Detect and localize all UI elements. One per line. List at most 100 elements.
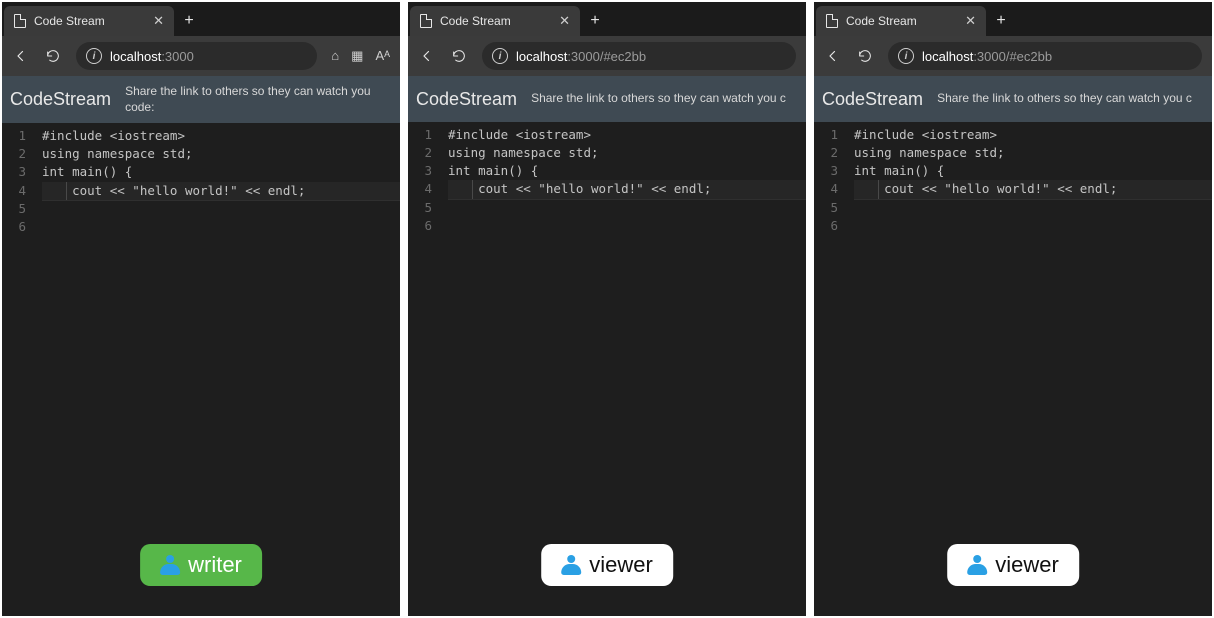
indent-guide bbox=[472, 180, 473, 198]
page-icon bbox=[826, 14, 838, 28]
close-icon[interactable]: ✕ bbox=[153, 13, 164, 29]
code-column[interactable]: #include <iostream> using namespace std; i… bbox=[34, 123, 400, 616]
code-line[interactable]: int main() { bbox=[448, 162, 806, 180]
tab-title: Code Stream bbox=[846, 14, 917, 28]
code-line[interactable]: using namespace std; bbox=[42, 145, 400, 163]
code-editor[interactable]: 123456#include <iostream>using namespace… bbox=[408, 122, 806, 616]
code-line[interactable]: using namespace std; bbox=[854, 144, 1212, 162]
role-label: writer bbox=[188, 552, 242, 578]
site-info-icon[interactable]: i bbox=[86, 48, 102, 64]
code-line[interactable]: int main() { bbox=[854, 162, 1212, 180]
app-tagline: Share the link to others so they can wat… bbox=[531, 91, 786, 107]
line-gutter: 123456 bbox=[408, 122, 440, 616]
refresh-button[interactable] bbox=[856, 47, 874, 65]
code-column[interactable]: #include <iostream> using namespace std; i… bbox=[846, 122, 1212, 616]
code-line[interactable]: #include <iostream> bbox=[42, 127, 400, 145]
site-info-icon[interactable]: i bbox=[898, 48, 914, 64]
code-line[interactable]: #include <iostream> bbox=[448, 126, 806, 144]
tab-title: Code Stream bbox=[440, 14, 511, 28]
line-gutter: 123456 bbox=[814, 122, 846, 616]
text-style-icon[interactable]: Aᴬ bbox=[375, 48, 390, 64]
role-badge: viewer bbox=[541, 544, 673, 586]
code-text: using namespace std; bbox=[448, 145, 599, 160]
line-gutter: 123456 bbox=[2, 123, 34, 616]
app-tagline: Share the link to others so they can wat… bbox=[125, 84, 392, 115]
app-logo: CodeStream bbox=[416, 89, 517, 110]
site-info-icon[interactable]: i bbox=[492, 48, 508, 64]
tab-strip: Code Stream ✕ + bbox=[408, 2, 806, 36]
person-icon bbox=[967, 555, 987, 575]
line-number: 5 bbox=[2, 200, 26, 218]
refresh-button[interactable] bbox=[450, 47, 468, 65]
code-line[interactable]: cout << "hello world!" << endl; bbox=[448, 180, 806, 198]
app-header: CodeStreamShare the link to others so th… bbox=[2, 76, 400, 123]
role-label: viewer bbox=[589, 552, 653, 578]
app-header: CodeStream Share the link to others so th… bbox=[814, 76, 1212, 122]
back-button[interactable] bbox=[824, 47, 842, 65]
person-icon bbox=[160, 555, 180, 575]
url-box[interactable]: i localhost:3000/#ec2bb bbox=[482, 42, 796, 70]
code-line[interactable] bbox=[42, 200, 400, 201]
code-line[interactable]: int main() { bbox=[42, 163, 400, 181]
code-line[interactable]: cout << "hello world!" << endl; bbox=[854, 180, 1212, 198]
page-icon bbox=[14, 14, 26, 28]
tab-strip: Code Stream✕+ bbox=[2, 2, 400, 36]
line-number: 5 bbox=[814, 199, 838, 217]
code-line[interactable]: using namespace std; bbox=[448, 144, 806, 162]
url-host: localhost bbox=[516, 49, 567, 64]
new-tab-button[interactable]: + bbox=[580, 6, 610, 36]
code-text: cout << "hello world!" << endl; bbox=[448, 181, 711, 196]
qr-icon[interactable]: ▦ bbox=[351, 48, 363, 64]
code-text: using namespace std; bbox=[854, 145, 1005, 160]
code-text: using namespace std; bbox=[42, 146, 193, 161]
app-header: CodeStream Share the link to others so th… bbox=[408, 76, 806, 122]
back-button[interactable] bbox=[418, 47, 436, 65]
browser-tab[interactable]: Code Stream ✕ bbox=[410, 6, 580, 36]
back-button[interactable] bbox=[12, 47, 30, 65]
code-line[interactable]: cout << "hello world!" << endl; bbox=[42, 182, 400, 200]
line-number: 3 bbox=[814, 162, 838, 180]
code-editor[interactable]: 123456 #include <iostream> using namespace… bbox=[814, 122, 1212, 616]
browser-tab[interactable]: Code Stream ✕ bbox=[816, 6, 986, 36]
refresh-button[interactable] bbox=[44, 47, 62, 65]
role-label: viewer bbox=[995, 552, 1059, 578]
new-tab-button[interactable]: + bbox=[986, 6, 1016, 36]
url-rest: :3000 bbox=[161, 49, 194, 64]
indent-guide bbox=[878, 180, 879, 198]
new-tab-button[interactable]: + bbox=[174, 6, 204, 36]
code-line[interactable]: #include <iostream> bbox=[854, 126, 1212, 144]
line-number: 2 bbox=[2, 145, 26, 163]
line-number: 5 bbox=[408, 199, 432, 217]
code-editor[interactable]: 123456 #include <iostream> using namespace… bbox=[2, 123, 400, 616]
address-bar: ilocalhost:3000 ⌂ ▦ Aᴬ bbox=[2, 36, 400, 76]
line-number: 4 bbox=[814, 180, 838, 198]
code-text: cout << "hello world!" << endl; bbox=[854, 181, 1117, 196]
close-icon[interactable]: ✕ bbox=[965, 13, 976, 29]
toolbar-icons: ⌂ ▦ Aᴬ bbox=[331, 48, 390, 64]
line-number: 2 bbox=[408, 144, 432, 162]
code-line[interactable] bbox=[854, 199, 1212, 200]
url-box[interactable]: ilocalhost:3000 bbox=[76, 42, 317, 70]
close-icon[interactable]: ✕ bbox=[559, 13, 570, 29]
url-rest: :3000/#ec2bb bbox=[973, 49, 1052, 64]
url-host: localhost bbox=[922, 49, 973, 64]
app-logo: CodeStream bbox=[822, 89, 923, 110]
tab-strip: Code Stream ✕ + bbox=[814, 2, 1212, 36]
line-number: 6 bbox=[2, 218, 26, 236]
role-badge: writer bbox=[140, 544, 262, 586]
code-column[interactable]: #include <iostream>using namespace std; i… bbox=[440, 122, 806, 616]
url-rest: :3000/#ec2bb bbox=[567, 49, 646, 64]
role-badge: viewer bbox=[947, 544, 1079, 586]
url-box[interactable]: i localhost:3000/#ec2bb bbox=[888, 42, 1202, 70]
briefcase-icon[interactable]: ⌂ bbox=[331, 48, 339, 64]
line-number: 1 bbox=[2, 127, 26, 145]
line-number: 6 bbox=[408, 217, 432, 235]
code-text: #include <iostream> bbox=[854, 127, 997, 142]
code-text: #include <iostream> bbox=[42, 128, 185, 143]
line-number: 4 bbox=[2, 182, 26, 200]
browser-tab[interactable]: Code Stream✕ bbox=[4, 6, 174, 36]
app-tagline: Share the link to others so they can wat… bbox=[937, 91, 1192, 107]
line-number: 1 bbox=[408, 126, 432, 144]
code-line[interactable] bbox=[448, 199, 806, 200]
address-bar: i localhost:3000/#ec2bb bbox=[408, 36, 806, 76]
